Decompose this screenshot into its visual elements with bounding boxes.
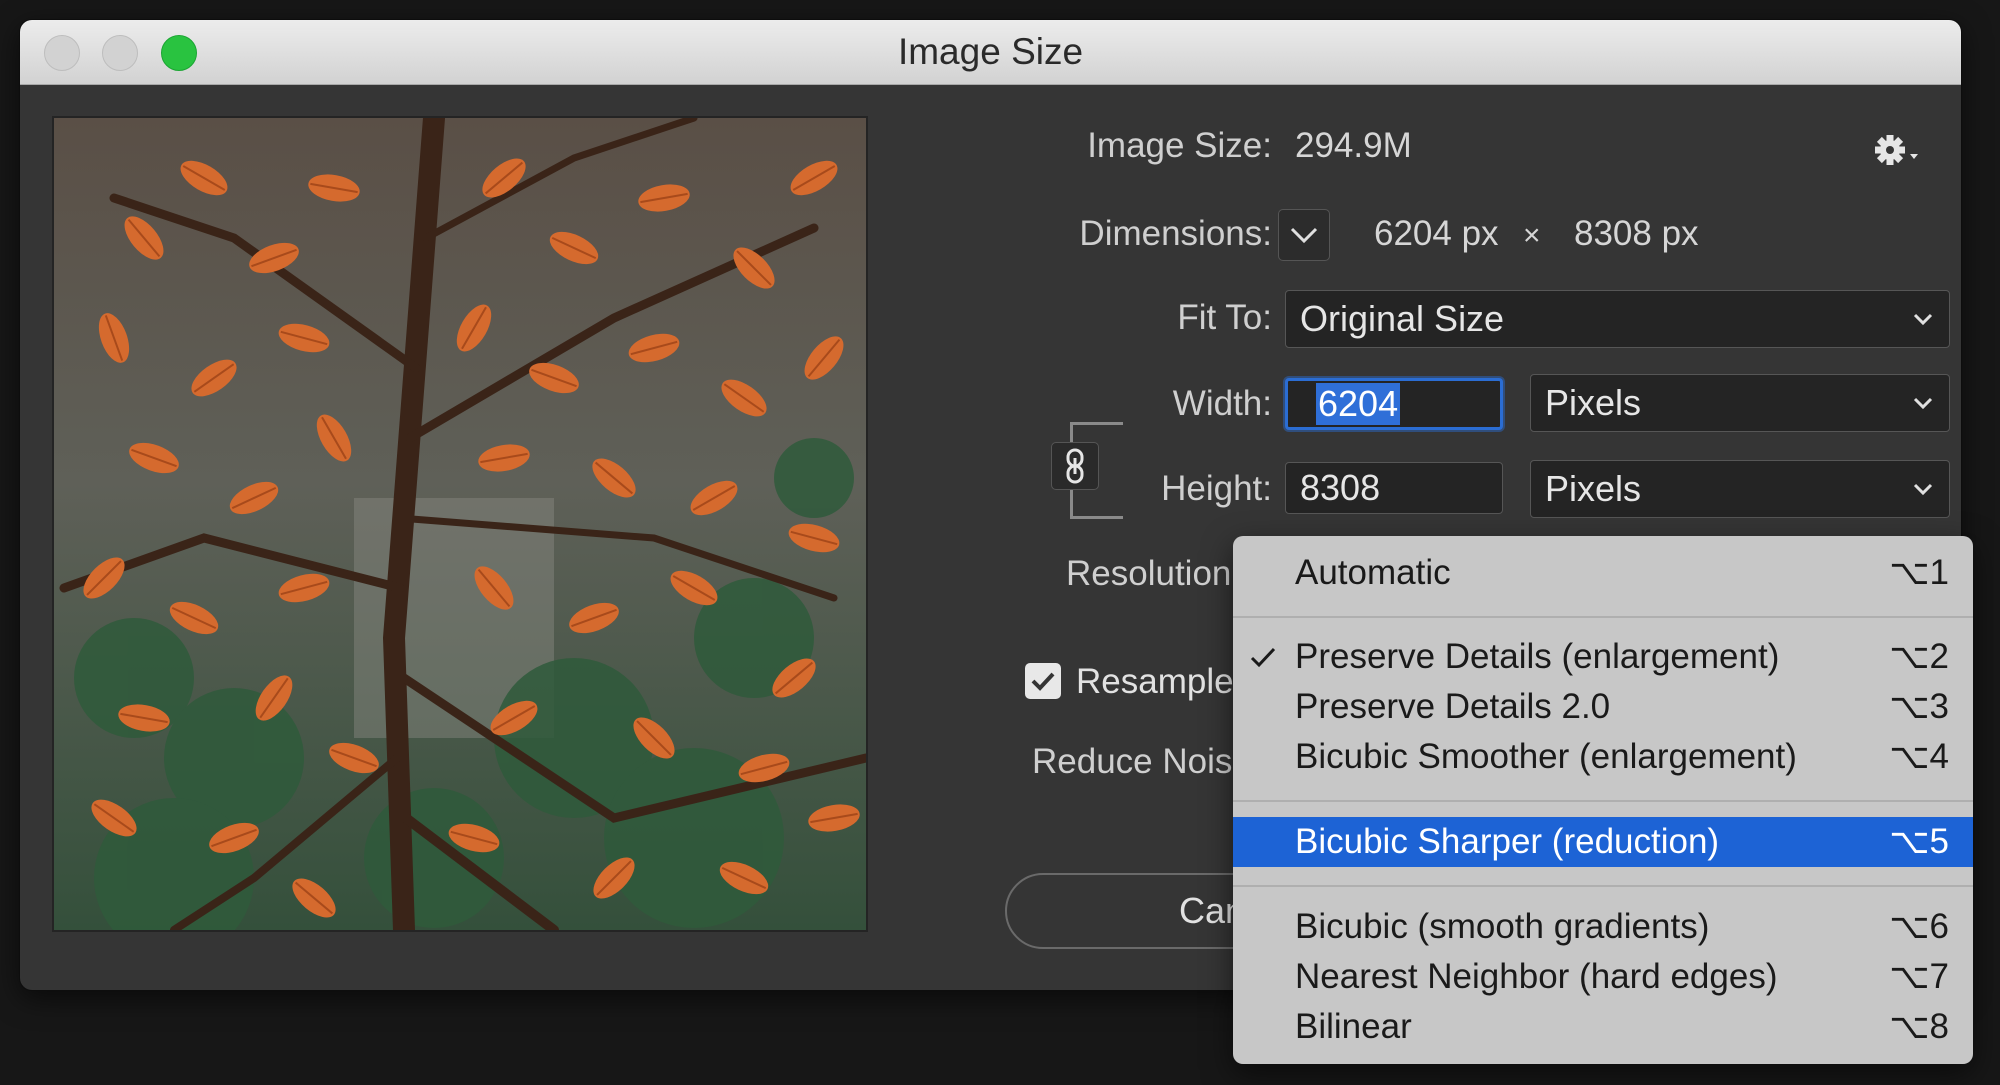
checkmark-icon — [1031, 672, 1055, 691]
dimensions-dropdown-button[interactable] — [1278, 209, 1330, 261]
menu-item-label: Bilinear — [1295, 1007, 1412, 1046]
chevron-down-icon — [1913, 313, 1933, 326]
gear-icon[interactable] — [1872, 130, 1932, 170]
height-input[interactable]: 8308 — [1285, 462, 1503, 514]
menu-item-label: Preserve Details 2.0 — [1295, 687, 1611, 726]
menu-item-preserve-details[interactable]: Preserve Details (enlargement) ⌥2 — [1233, 632, 1973, 682]
menu-item-shortcut: ⌥7 — [1889, 957, 1949, 996]
reduce-noise-label: Reduce Noise — [1032, 742, 1252, 781]
title-bar: Image Size — [20, 20, 1961, 85]
menu-item-label: Preserve Details (enlargement) — [1295, 637, 1780, 676]
menu-item-shortcut: ⌥2 — [1889, 637, 1949, 676]
height-unit-select[interactable]: Pixels — [1530, 460, 1950, 518]
menu-item-shortcut: ⌥8 — [1889, 1007, 1949, 1046]
menu-item-shortcut: ⌥5 — [1889, 822, 1949, 861]
height-unit-value: Pixels — [1545, 468, 1642, 509]
menu-item-label: Bicubic Smoother (enlargement) — [1295, 737, 1797, 776]
menu-item-shortcut: ⌥1 — [1889, 553, 1949, 592]
resample-label: Resample: — [1076, 662, 1244, 701]
checkmark-icon — [1250, 647, 1276, 668]
menu-item-shortcut: ⌥3 — [1889, 687, 1949, 726]
width-input[interactable]: 6204 — [1285, 378, 1503, 430]
width-unit-value: Pixels — [1545, 382, 1642, 423]
menu-separator — [1233, 616, 1973, 618]
window-title: Image Size — [897, 31, 1084, 72]
menu-item-shortcut: ⌥6 — [1889, 907, 1949, 946]
image-size-label: Image Size: — [1087, 126, 1272, 165]
menu-separator — [1233, 885, 1973, 887]
autumn-leaves-photo — [54, 118, 866, 930]
chevron-down-icon — [1913, 397, 1933, 410]
dimensions-times: × — [1523, 219, 1541, 252]
dimensions-width: 6204 px — [1374, 214, 1499, 253]
resolution-label: Resolution — [1066, 554, 1232, 593]
menu-item-bilinear[interactable]: Bilinear ⌥8 — [1233, 1002, 1973, 1052]
width-label: Width: — [1172, 384, 1272, 423]
fit-to-select[interactable]: Original Size — [1285, 290, 1950, 348]
fit-to-label: Fit To: — [1177, 298, 1272, 337]
dimensions-height: 8308 px — [1574, 214, 1699, 253]
menu-item-preserve-details-2[interactable]: Preserve Details 2.0 ⌥3 — [1233, 682, 1973, 732]
chevron-down-icon — [1913, 483, 1933, 496]
menu-item-label: Bicubic Sharper (reduction) — [1295, 822, 1720, 861]
height-value: 8308 — [1300, 467, 1381, 508]
resample-checkbox[interactable] — [1025, 663, 1061, 699]
menu-item-nearest-neighbor[interactable]: Nearest Neighbor (hard edges) ⌥7 — [1233, 952, 1973, 1002]
chevron-down-icon — [1290, 227, 1318, 244]
image-size-value: 294.9M — [1295, 126, 1412, 165]
menu-item-label: Nearest Neighbor (hard edges) — [1295, 957, 1778, 996]
fit-to-value: Original Size — [1300, 298, 1505, 339]
menu-item-bicubic-smoother[interactable]: Bicubic Smoother (enlargement) ⌥4 — [1233, 732, 1973, 782]
menu-separator — [1233, 800, 1973, 802]
image-preview[interactable] — [52, 116, 868, 932]
dimensions-label: Dimensions: — [1079, 214, 1272, 253]
height-label: Height: — [1161, 469, 1272, 508]
menu-item-automatic[interactable]: Automatic ⌥1 — [1233, 548, 1973, 598]
resample-method-menu: Automatic ⌥1 Preserve Details (enlargeme… — [1233, 536, 1973, 1064]
menu-item-bicubic[interactable]: Bicubic (smooth gradients) ⌥6 — [1233, 902, 1973, 952]
menu-item-shortcut: ⌥4 — [1889, 737, 1949, 776]
menu-item-bicubic-sharper[interactable]: Bicubic Sharper (reduction) ⌥5 — [1233, 817, 1973, 867]
width-unit-select[interactable]: Pixels — [1530, 374, 1950, 432]
width-value: 6204 — [1316, 383, 1401, 425]
menu-item-label: Bicubic (smooth gradients) — [1295, 907, 1710, 946]
menu-item-label: Automatic — [1295, 553, 1451, 592]
